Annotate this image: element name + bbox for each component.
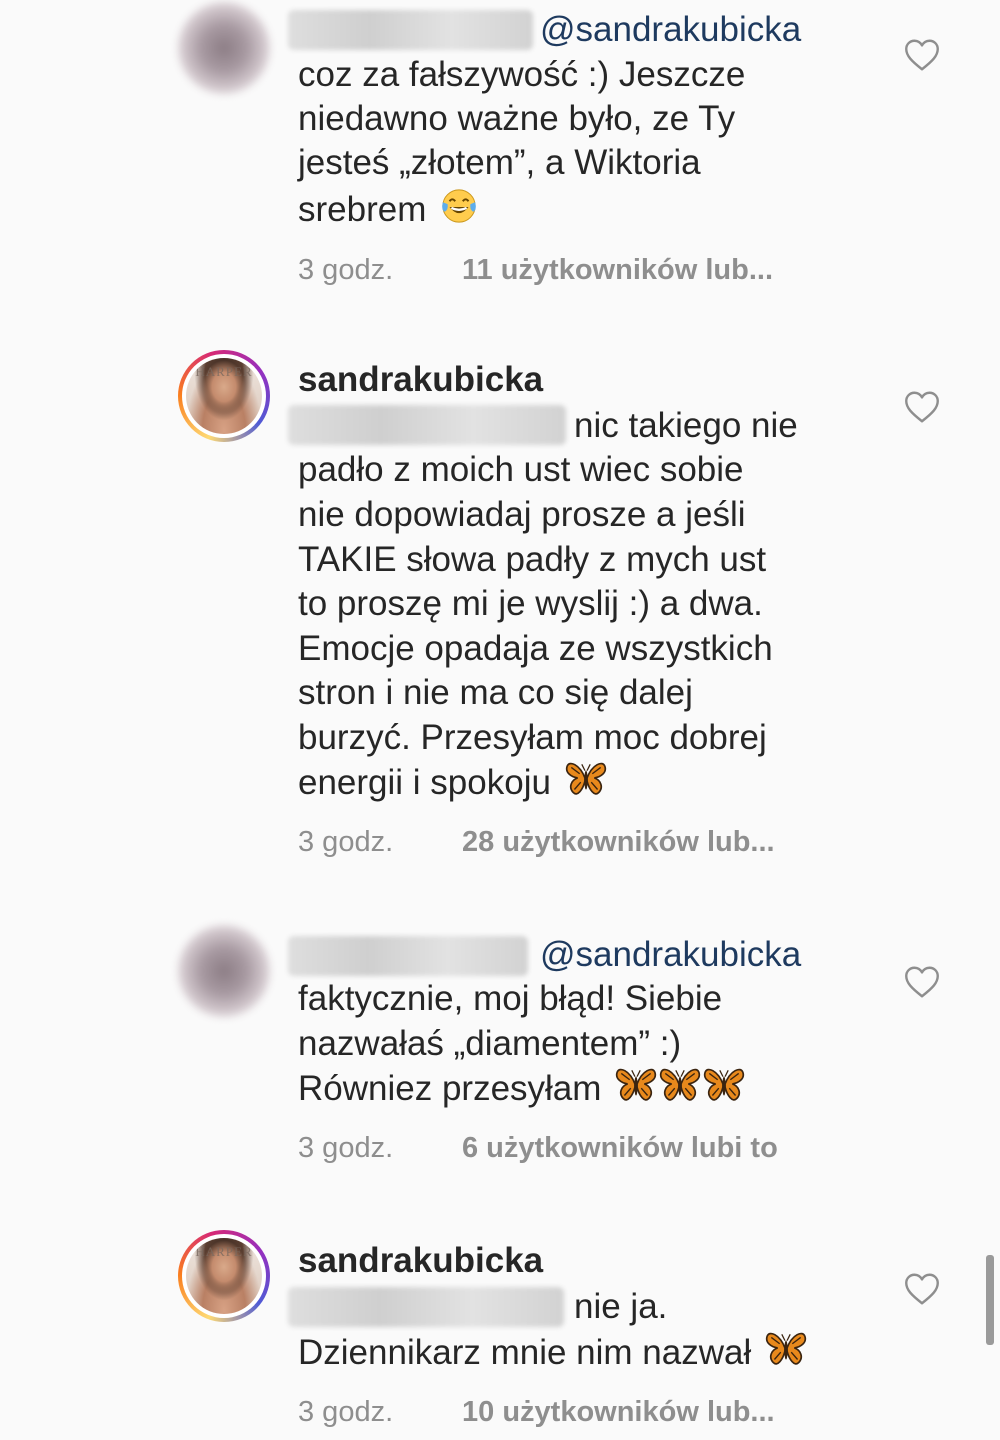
butterfly-icon: [765, 1330, 807, 1368]
avatar[interactable]: [178, 2, 270, 94]
comment-text-line: coz za fałszywość :) Jeszcze: [298, 55, 746, 94]
avatar[interactable]: HARPER: [178, 1230, 270, 1322]
redacted-username: [288, 10, 533, 50]
comment-text-line: burzyć. Przesyłam moc dobrej: [298, 718, 767, 757]
mention-link[interactable]: @sandrakubicka: [540, 933, 801, 977]
redacted-mention: [288, 405, 566, 445]
comment-text-line: TAKIE słowa padły z mych ust: [298, 540, 767, 579]
comment-text-line: nie ja.: [574, 1287, 668, 1326]
butterfly-icon: [565, 760, 607, 798]
comment-text-line: Emocje opadaja ze wszystkich: [298, 629, 773, 668]
comment-meta: 3 godz. 28 użytkowników lub...: [298, 824, 775, 860]
likes-count[interactable]: 11 użytkowników lub...: [462, 252, 773, 288]
comment-text-line: to proszę mi je wyslij :) a dwa.: [298, 584, 763, 623]
timestamp: 3 godz.: [298, 1132, 394, 1164]
like-heart-icon[interactable]: [904, 38, 940, 72]
comment-text-line: energii i spokoju: [298, 760, 607, 805]
like-heart-icon[interactable]: [904, 1272, 940, 1306]
comment-text-line: niedawno ważne było, ze Ty: [298, 99, 736, 138]
username[interactable]: sandrakubicka: [298, 358, 543, 402]
butterfly-icon: [615, 1066, 657, 1104]
avatar[interactable]: [178, 925, 270, 1017]
avatar-magazine-logo: HARPER: [195, 1244, 253, 1259]
comment-text-line: padło z moich ust wiec sobie: [298, 450, 744, 489]
comment-text-line: Równiez przesyłam: [298, 1066, 745, 1111]
timestamp: 3 godz.: [298, 1396, 394, 1428]
likes-count[interactable]: 28 użytkowników lub...: [462, 824, 775, 860]
likes-count[interactable]: 6 użytkowników lubi to: [462, 1130, 778, 1166]
comment-text-line: nazwałaś „diamentem” :): [298, 1024, 682, 1063]
mention-link[interactable]: @sandrakubicka: [540, 8, 801, 52]
username[interactable]: sandrakubicka: [298, 1239, 543, 1283]
comment-text-line: nic takiego nie: [574, 406, 798, 445]
comment-meta: 3 godz. 10 użytkowników lub...: [298, 1394, 775, 1430]
avatar[interactable]: HARPER: [178, 350, 270, 442]
comment-text-line: srebrem: [298, 187, 478, 232]
face-with-tears-of-joy-icon: [440, 187, 478, 225]
comment-meta: 3 godz. 11 użytkowników lub...: [298, 252, 773, 288]
comment-text-line: faktycznie, moj błąd! Siebie: [298, 979, 723, 1018]
comment-text: srebrem: [298, 190, 427, 229]
scrollbar[interactable]: [986, 1255, 994, 1345]
comment-text: Dziennikarz mnie nim nazwał: [298, 1333, 752, 1372]
comment-text-line: jesteś „złotem”, a Wiktoria: [298, 143, 701, 182]
redacted-username: [288, 936, 528, 976]
like-heart-icon[interactable]: [904, 965, 940, 999]
comment-text-line: stron i nie ma co się dalej: [298, 673, 693, 712]
timestamp: 3 godz.: [298, 254, 394, 286]
comment-text-line: nie dopowiadaj prosze a jeśli: [298, 495, 746, 534]
likes-count[interactable]: 10 użytkowników lub...: [462, 1394, 775, 1430]
redacted-mention: [288, 1287, 564, 1327]
butterfly-icon: [703, 1066, 745, 1104]
comment-text: energii i spokoju: [298, 763, 551, 802]
avatar-magazine-logo: HARPER: [195, 364, 253, 379]
comment-text: Równiez przesyłam: [298, 1069, 602, 1108]
butterfly-icon: [659, 1066, 701, 1104]
timestamp: 3 godz.: [298, 826, 394, 858]
comment-meta: 3 godz. 6 użytkowników lubi to: [298, 1130, 778, 1166]
comment-text-line: Dziennikarz mnie nim nazwał: [298, 1330, 807, 1375]
like-heart-icon[interactable]: [904, 390, 940, 424]
